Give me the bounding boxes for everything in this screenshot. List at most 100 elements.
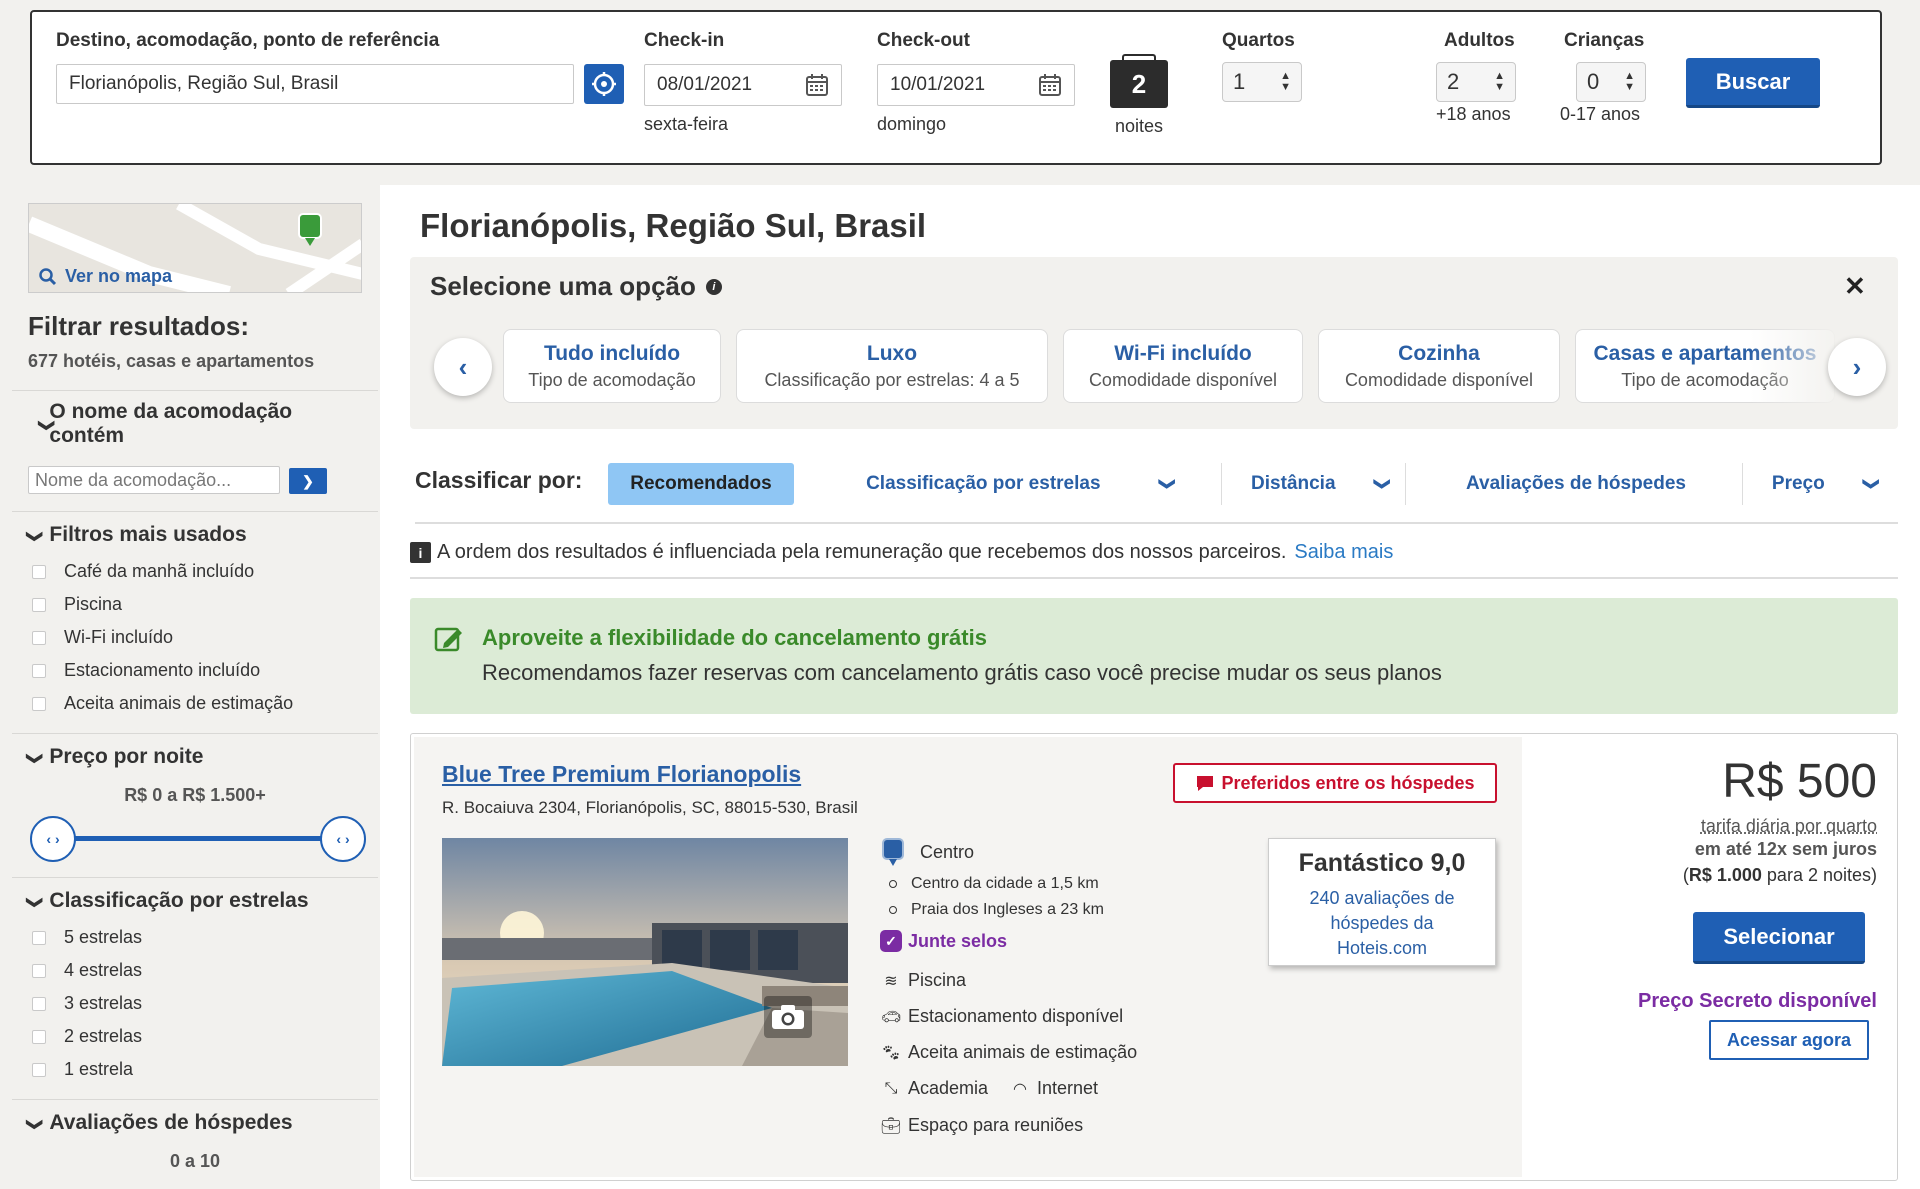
chip-sub: Tipo de acomodação — [528, 369, 696, 390]
filter-checkbox[interactable]: 4 estrelas — [12, 954, 378, 987]
chip-sub: Comodidade disponível — [1344, 369, 1534, 390]
distance-text: Centro da cidade a 1,5 km — [911, 875, 1099, 892]
info-icon[interactable]: i — [705, 278, 722, 295]
distance-list: Centro da cidade a 1,5 km Praia dos Ingl… — [889, 871, 1104, 923]
stars-filter-title: Classificação por estrelas — [49, 889, 309, 912]
destination-input[interactable]: Florianópolis, Região Sul, Brasil — [56, 64, 574, 104]
stars-filter-toggle[interactable]: ❯ Classificação por estrelas — [26, 889, 309, 913]
checkbox[interactable] — [32, 963, 46, 978]
checkbox[interactable] — [32, 630, 46, 645]
checkbox[interactable] — [32, 930, 46, 945]
amenity: 🐾︎ Aceita animais de estimação — [880, 1042, 1137, 1063]
sort-price[interactable]: Preço ❯ — [1750, 463, 1900, 505]
access-now-button[interactable]: Acessar agora — [1709, 1020, 1869, 1060]
amenity: ◠ Internet — [1009, 1078, 1098, 1099]
option-chip[interactable]: Wi-Fi incluído Comodidade disponível — [1063, 329, 1303, 403]
search-bar: Destino, acomodação, ponto de referência… — [30, 10, 1882, 165]
filter-checkbox[interactable]: Estacionamento incluído — [12, 654, 378, 687]
rating-box[interactable]: Fantástico 9,0 240 avaliações de hóspede… — [1268, 838, 1496, 966]
options-title: Selecione uma opção i — [430, 271, 722, 302]
chip-title: Luxo — [866, 341, 918, 365]
checkbox[interactable] — [32, 663, 46, 678]
search-button[interactable]: Buscar — [1686, 58, 1820, 108]
price-slider-track[interactable] — [52, 836, 342, 841]
filter-checkbox[interactable]: Piscina — [12, 588, 378, 621]
locate-button[interactable] — [584, 64, 624, 104]
popular-filters-toggle[interactable]: ❯ Filtros mais usados — [26, 523, 246, 547]
installments: em até 12x sem juros — [1694, 839, 1877, 859]
checkout-value: 10/01/2021 — [890, 74, 986, 95]
carousel-prev-button[interactable]: ‹ — [434, 338, 492, 396]
chevron-down-icon: ❯ — [1862, 477, 1880, 491]
filter-label: Aceita animais de estimação — [64, 693, 294, 713]
checkout-input[interactable]: 10/01/2021 — [877, 64, 1075, 106]
close-icon[interactable]: ✕ — [1844, 271, 1866, 302]
name-filter-input[interactable]: Nome da acomodação... — [28, 466, 280, 494]
rooms-select[interactable]: 1 ▲ ▼ — [1222, 62, 1302, 102]
banner-title: Aproveite a flexibilidade do cancelament… — [482, 625, 987, 650]
pool-icon: ≋ — [884, 972, 898, 990]
filter-checkbox[interactable]: Wi-Fi incluído — [12, 621, 378, 654]
distance-item: Praia dos Ingleses a 23 km — [889, 897, 1104, 923]
hotel-photo[interactable] — [442, 838, 848, 1066]
calendar-icon[interactable] — [805, 73, 829, 97]
spinner-arrows-icon: ▲ ▼ — [1280, 70, 1291, 93]
adults-label: Adultos — [1444, 30, 1515, 51]
option-chip[interactable]: Tudo incluído Tipo de acomodação — [503, 329, 721, 403]
divider — [12, 733, 378, 734]
reviews-range: 0 a 10 — [169, 1151, 221, 1171]
filter-checkbox[interactable]: 3 estrelas — [12, 987, 378, 1020]
checkbox[interactable] — [32, 696, 46, 711]
map-preview[interactable]: Ver no mapa — [28, 203, 362, 293]
name-filter-toggle[interactable]: ❯ O nome da acomodação contém — [28, 400, 328, 448]
name-filter-submit[interactable]: ❯ — [289, 468, 327, 494]
reviews-filter-toggle[interactable]: ❯ Avaliações de hóspedes — [26, 1111, 292, 1135]
checkbox[interactable] — [32, 1029, 46, 1044]
gym-icon: ⤡ — [884, 1079, 898, 1097]
carousel-next-button[interactable]: › — [1828, 338, 1886, 396]
option-chip[interactable]: Luxo Classificação por estrelas: 4 a 5 — [736, 329, 1048, 403]
divider — [1221, 463, 1222, 505]
map-link[interactable]: Ver no mapa — [39, 266, 172, 287]
filter-checkbox[interactable]: 5 estrelas — [12, 921, 378, 954]
learn-more-link[interactable]: Saiba mais — [1294, 541, 1393, 564]
filter-checkbox[interactable]: 1 estrela — [12, 1053, 378, 1086]
sort-distance[interactable]: Distância ❯ — [1230, 463, 1410, 505]
price-filter-toggle[interactable]: ❯ Preço por noite — [26, 745, 203, 769]
distance-item: Centro da cidade a 1,5 km — [889, 871, 1104, 897]
sort-reviews[interactable]: Avaliações de hóspedes — [1420, 463, 1732, 505]
price-slider-min-handle[interactable]: ‹ › — [30, 816, 76, 862]
loyalty-badge[interactable]: ✓ Junte selos — [880, 930, 1007, 952]
filter-checkbox[interactable]: 2 estrelas — [12, 1020, 378, 1053]
sort-stars[interactable]: Classificação por estrelas ❯ — [825, 463, 1215, 505]
option-chip[interactable]: Cozinha Comodidade disponível — [1318, 329, 1560, 403]
hotel-area: Centro — [880, 837, 974, 867]
adults-sub: +18 anos — [1436, 104, 1511, 124]
sort-recommended[interactable]: Recomendados — [608, 463, 794, 505]
divider — [410, 577, 1898, 579]
select-button[interactable]: Selecionar — [1693, 912, 1865, 964]
filter-checkbox[interactable]: Café da manhã incluído — [12, 555, 378, 588]
checkbox[interactable] — [32, 996, 46, 1011]
chevron-down-icon: ❯ — [26, 751, 44, 766]
checkin-input[interactable]: 08/01/2021 — [644, 64, 842, 106]
adults-select[interactable]: 2 ▲ ▼ — [1436, 62, 1516, 102]
hotel-name-link[interactable]: Blue Tree Premium Florianopolis — [442, 761, 801, 788]
price-note[interactable]: tarifa diária por quarto — [1551, 816, 1877, 837]
price-slider-max-handle[interactable]: ‹ › — [320, 816, 366, 862]
sort-distance-label: Distância — [1251, 473, 1336, 494]
gallery-button[interactable] — [764, 996, 812, 1038]
filter-checkbox[interactable]: Aceita animais de estimação — [12, 687, 378, 720]
checkbox[interactable] — [32, 564, 46, 579]
chevron-down-icon: ❯ — [26, 895, 44, 910]
rating-reviews-link[interactable]: 240 avaliações de hóspedes da Hoteis.com — [1297, 886, 1467, 961]
amenity: 💼︎ Espaço para reuniões — [880, 1115, 1083, 1136]
calendar-icon[interactable] — [1038, 73, 1062, 97]
checkbox[interactable] — [32, 597, 46, 612]
checkbox[interactable] — [32, 1062, 46, 1077]
options-carousel: Selecione uma opção i ✕ ‹ Tudo incluído T… — [410, 257, 1898, 429]
rooms-label: Quartos — [1222, 30, 1295, 51]
disclaimer-text: A ordem dos resultados é influenciada pe… — [437, 541, 1287, 563]
loyalty-label: Junte selos — [908, 930, 1008, 951]
children-select[interactable]: 0 ▲ ▼ — [1576, 62, 1646, 102]
